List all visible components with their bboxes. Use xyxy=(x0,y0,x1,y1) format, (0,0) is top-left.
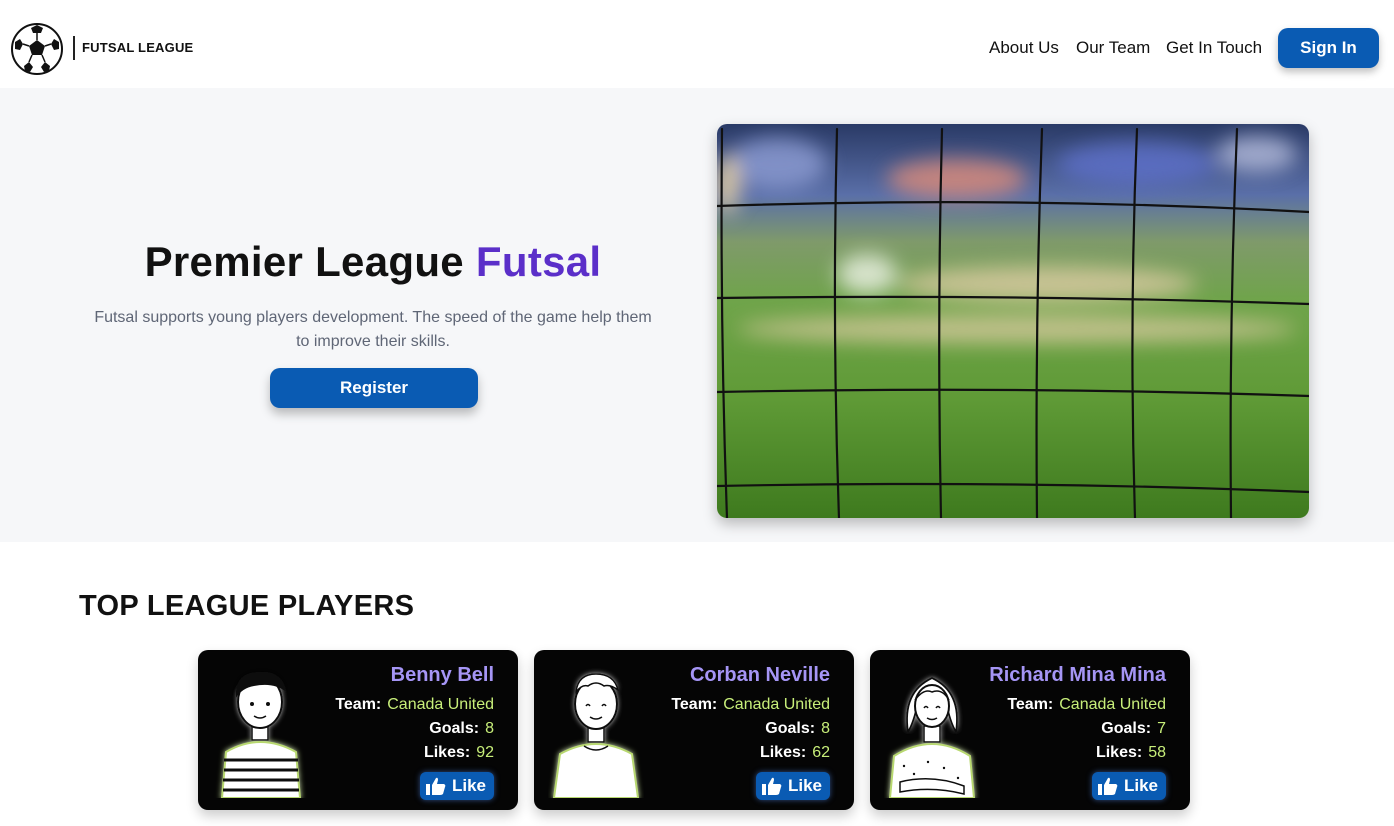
like-button-label: Like xyxy=(451,776,486,795)
boy-striped-shirt-avatar-icon xyxy=(220,671,302,798)
like-button[interactable]: Like xyxy=(419,772,494,800)
nav-get-in-touch[interactable]: Get In Touch xyxy=(1166,38,1262,58)
register-button[interactable]: Register xyxy=(270,368,478,408)
likes-value: 92 xyxy=(476,744,494,761)
hero-title: Premier League Futsal xyxy=(0,238,746,286)
hero-description: Futsal supports young players developmen… xyxy=(94,309,652,350)
soccer-goal-net-photo xyxy=(717,124,1309,518)
player-goals-row: Goals: 8 xyxy=(429,720,494,738)
player-goals-row: Goals: 8 xyxy=(765,720,830,738)
likes-label: Likes: xyxy=(423,744,471,761)
player-card: Richard Mina Mina Team: Canada United Goa… xyxy=(870,650,1190,810)
player-name: Benny Bell xyxy=(390,664,494,686)
player-name: Corban Neville xyxy=(689,664,830,686)
player-name: Richard Mina Mina xyxy=(989,664,1166,686)
like-button[interactable]: Like xyxy=(1091,772,1166,800)
nav-our-team[interactable]: Our Team xyxy=(1076,38,1150,58)
soccer-ball-logo-icon[interactable] xyxy=(10,22,64,76)
brand-name[interactable]: FUTSAL LEAGUE xyxy=(82,40,193,55)
team-value: Canada United xyxy=(1059,696,1166,713)
likes-value: 58 xyxy=(1148,744,1166,761)
likes-value: 62 xyxy=(812,744,830,761)
player-team-row: Team: Canada United xyxy=(671,696,830,714)
net-photo-illustration xyxy=(717,124,1309,518)
likes-label: Likes: xyxy=(1095,744,1143,761)
section-title-top-players: TOP LEAGUE PLAYERS xyxy=(79,590,415,622)
likes-label: Likes: xyxy=(759,744,807,761)
player-card: Benny Bell Team: Canada United Goals: 8 Li… xyxy=(198,650,518,810)
goals-value: 8 xyxy=(485,720,494,737)
logo-divider xyxy=(73,36,75,60)
goals-label: Goals: xyxy=(1101,720,1152,737)
player-goals-row: Goals: 7 xyxy=(1101,720,1166,738)
player-card: Corban Neville Team: Canada United Goals:… xyxy=(534,650,854,810)
goals-value: 7 xyxy=(1157,720,1166,737)
thumbs-up-icon xyxy=(1097,777,1118,795)
goals-value: 8 xyxy=(821,720,830,737)
team-label: Team: xyxy=(671,696,718,713)
like-button[interactable]: Like xyxy=(755,772,830,800)
team-label: Team: xyxy=(335,696,382,713)
sign-in-button[interactable]: Sign In xyxy=(1278,28,1379,68)
goals-label: Goals: xyxy=(429,720,480,737)
player-team-row: Team: Canada United xyxy=(335,696,494,714)
hero-title-accent: Futsal xyxy=(475,238,602,285)
team-value: Canada United xyxy=(387,696,494,713)
like-button-label: Like xyxy=(787,776,822,795)
player-team-row: Team: Canada United xyxy=(1007,696,1166,714)
player-likes-row: Likes: 62 xyxy=(760,744,830,762)
girl-sweater-avatar-icon xyxy=(888,677,976,798)
hero-title-main: Premier League xyxy=(144,238,476,285)
thumbs-up-icon xyxy=(761,777,782,795)
boy-tshirt-avatar-icon xyxy=(552,673,640,798)
nav-about-us[interactable]: About Us xyxy=(989,38,1059,58)
team-label: Team: xyxy=(1007,696,1054,713)
player-likes-row: Likes: 58 xyxy=(1096,744,1166,762)
player-likes-row: Likes: 92 xyxy=(424,744,494,762)
hero-section: Premier League Futsal Futsal supports yo… xyxy=(0,88,1394,542)
goals-label: Goals: xyxy=(765,720,816,737)
thumbs-up-icon xyxy=(425,777,446,795)
team-value: Canada United xyxy=(723,696,830,713)
like-button-label: Like xyxy=(1123,776,1158,795)
site-header: FUTSAL LEAGUE About Us Our Team Get In T… xyxy=(0,0,1394,88)
